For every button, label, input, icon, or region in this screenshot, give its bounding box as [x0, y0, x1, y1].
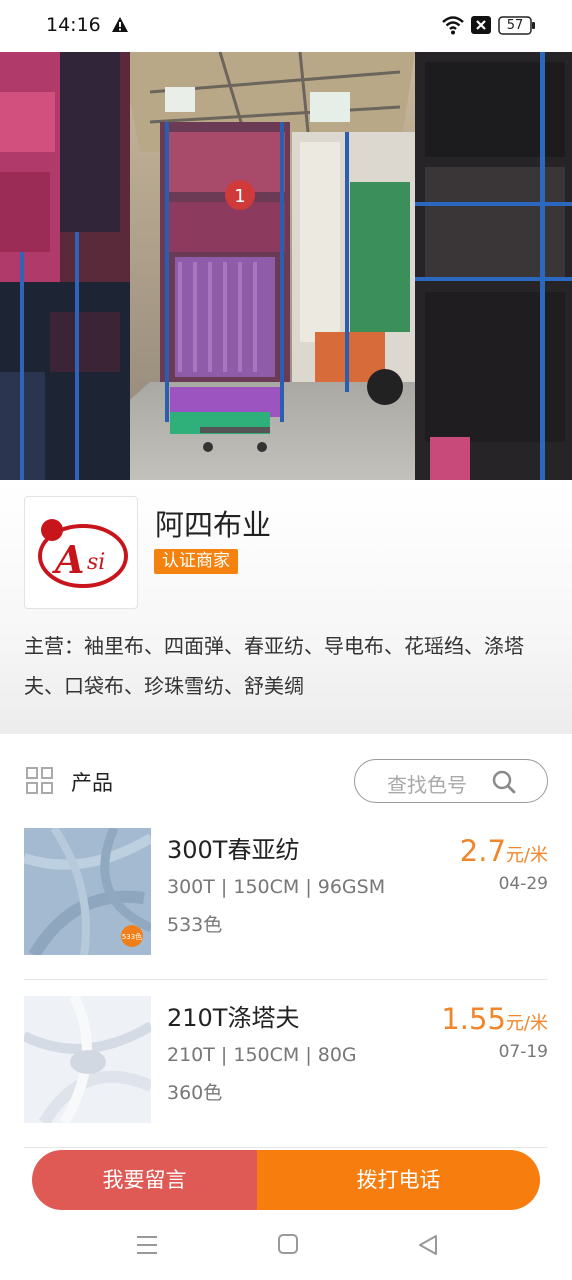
- search-icon[interactable]: [491, 769, 517, 795]
- color-search-input[interactable]: 查找色号: [354, 759, 548, 803]
- divider: [24, 1147, 548, 1148]
- system-nav-bar: [0, 1212, 572, 1280]
- shop-name: 阿四布业: [155, 508, 272, 542]
- product-spec: 300T | 150CM | 96GSM: [167, 876, 386, 898]
- main-business-text: 主营：袖里布、四面弹、春亚纺、导电布、花瑶绉、涤塔夫、口袋布、珍珠雪纺、舒美绸: [24, 634, 524, 698]
- home-icon[interactable]: [277, 1233, 299, 1255]
- svg-text:si: si: [87, 550, 105, 575]
- wifi-icon: [442, 16, 464, 35]
- svg-text:1: 1: [234, 186, 245, 207]
- asi-logo-icon: A si: [38, 519, 128, 588]
- product-color-count: 360色: [167, 1082, 223, 1104]
- warning-icon: [112, 17, 128, 32]
- product-date: 04-29: [498, 874, 548, 894]
- bottom-action-bar: 我要留言 拨打电话: [32, 1150, 540, 1210]
- product-price: 1.55元/米: [441, 1002, 548, 1036]
- product-item[interactable]: 210T涤塔夫 210T | 150CM | 80G 360色 1.55元/米 …: [24, 996, 548, 1124]
- product-thumbnail: 533色: [24, 828, 151, 955]
- product-name: 300T春亚纺: [167, 836, 300, 864]
- back-icon[interactable]: [417, 1233, 439, 1257]
- price-value: 2.7: [459, 834, 506, 868]
- product-thumbnail: [24, 996, 151, 1123]
- product-color-count: 533色: [167, 914, 223, 936]
- shop-info-section: A si 阿四布业 认证商家 主营：袖里布、四面弹、春亚纺、导电布、花瑶绉、涤塔…: [0, 480, 572, 734]
- status-bar: 14:16 57: [0, 0, 572, 52]
- menu-icon[interactable]: [136, 1234, 158, 1256]
- shop-cover-image: 1: [0, 52, 572, 480]
- shop-logo[interactable]: A si: [24, 496, 138, 609]
- notification-x-icon: [471, 16, 491, 34]
- product-price: 2.7元/米: [460, 834, 548, 868]
- product-spec: 210T | 150CM | 80G: [167, 1044, 357, 1066]
- product-date: 07-19: [498, 1042, 548, 1062]
- thumb-color-count-badge: 533色: [122, 932, 142, 941]
- status-time: 14:16: [46, 14, 101, 36]
- products-title: 产品: [71, 771, 113, 795]
- grid-icon: [26, 767, 53, 794]
- product-name: 210T涤塔夫: [167, 1004, 300, 1032]
- price-value: 1.55: [441, 1002, 506, 1036]
- divider: [24, 979, 548, 980]
- certified-merchant-badge: 认证商家: [154, 549, 238, 574]
- product-item[interactable]: 533色 300T春亚纺 300T | 150CM | 96GSM 533色 2…: [24, 828, 548, 956]
- call-phone-button[interactable]: 拨打电话: [257, 1150, 540, 1210]
- svg-text:A: A: [52, 537, 84, 582]
- price-unit: 元/米: [505, 1013, 548, 1034]
- search-placeholder: 查找色号: [387, 773, 467, 797]
- price-unit: 元/米: [505, 845, 548, 866]
- leave-message-button[interactable]: 我要留言: [32, 1150, 257, 1210]
- battery-level: 57: [506, 18, 524, 33]
